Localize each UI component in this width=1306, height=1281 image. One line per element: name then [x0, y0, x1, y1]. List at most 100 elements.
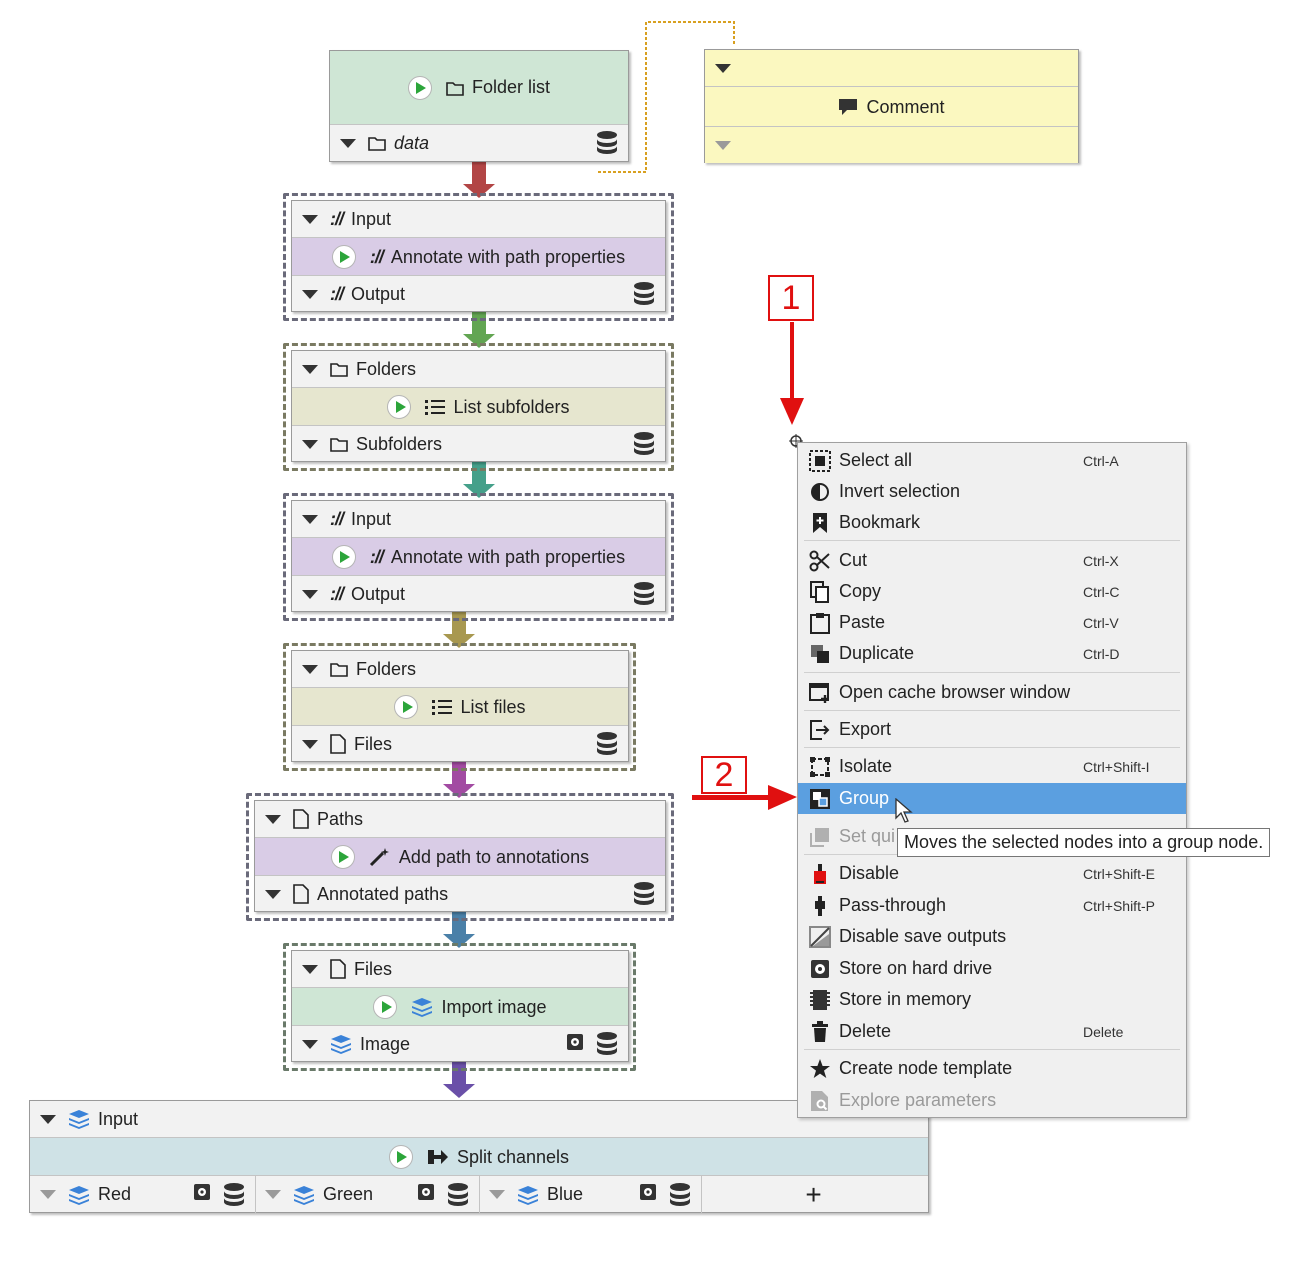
collapse-triangle-icon[interactable]: [302, 514, 318, 524]
database-icon[interactable]: [669, 1183, 691, 1212]
collapse-triangle-icon[interactable]: [302, 1039, 318, 1049]
collapse-triangle-icon[interactable]: [302, 739, 318, 749]
collapse-triangle-icon[interactable]: [265, 814, 281, 824]
menu-item-export[interactable]: Export: [798, 714, 1186, 745]
output-port-row[interactable]: Image: [292, 1025, 628, 1062]
collapse-triangle-icon[interactable]: [715, 140, 731, 150]
node-title-row[interactable]: Import image: [292, 987, 628, 1026]
collapse-triangle-icon[interactable]: [340, 138, 356, 148]
output-port-row[interactable]: :// Output: [292, 275, 665, 312]
node-list-files[interactable]: Folders List files Files: [291, 650, 629, 762]
output-label: Red: [98, 1184, 132, 1204]
play-icon[interactable]: [330, 845, 355, 869]
input-port-row[interactable]: :// Input: [292, 201, 665, 237]
database-icon[interactable]: [633, 582, 655, 611]
menu-item-invert-selection[interactable]: Invert selection: [798, 476, 1186, 507]
menu-item-pass-through[interactable]: Pass-through Ctrl+Shift-P: [798, 890, 1186, 921]
node-import-image[interactable]: Files Import image Image: [291, 950, 629, 1062]
output-port-row[interactable]: Subfolders: [292, 425, 665, 462]
node-title-row[interactable]: List subfolders: [292, 387, 665, 426]
hard-drive-icon[interactable]: [193, 1183, 211, 1206]
play-icon[interactable]: [407, 75, 432, 100]
menu-item-cut[interactable]: Cut Ctrl-X: [798, 545, 1186, 576]
database-icon[interactable]: [447, 1183, 469, 1212]
node-annotate-path-properties[interactable]: :// Input :// Annotate with path propert…: [291, 200, 666, 312]
collapse-triangle-icon[interactable]: [302, 439, 318, 449]
node-split-channels[interactable]: Input Split channels Red Green Blue +: [29, 1100, 929, 1213]
collapse-triangle-icon[interactable]: [265, 889, 281, 899]
database-icon[interactable]: [633, 432, 655, 461]
input-port-row[interactable]: Folders: [292, 651, 628, 687]
input-port-row[interactable]: Input: [30, 1101, 928, 1137]
comment-footer-row[interactable]: [705, 126, 1078, 163]
menu-item-open-cache-browser[interactable]: Open cache browser window: [798, 677, 1186, 708]
add-output-button[interactable]: +: [701, 1176, 926, 1213]
menu-item-bookmark[interactable]: Bookmark: [798, 507, 1186, 538]
node-title-row[interactable]: Folder list: [330, 51, 628, 124]
node-title-row[interactable]: Add path to annotations: [255, 837, 665, 876]
collapse-triangle-icon[interactable]: [489, 1190, 505, 1199]
database-icon[interactable]: [596, 1032, 618, 1061]
group-icon: [807, 788, 833, 810]
input-port-row[interactable]: Files: [292, 951, 628, 987]
input-port-row[interactable]: Paths: [255, 801, 665, 837]
node-title-row[interactable]: List files: [292, 687, 628, 726]
menu-item-disable-save-outputs[interactable]: Disable save outputs: [798, 921, 1186, 952]
play-icon[interactable]: [373, 995, 398, 1019]
collapse-triangle-icon[interactable]: [302, 214, 318, 224]
collapse-triangle-icon[interactable]: [715, 63, 731, 73]
play-icon[interactable]: [387, 395, 412, 419]
node-folder-list[interactable]: Folder list data: [329, 50, 629, 162]
play-icon[interactable]: [331, 245, 356, 269]
comment-header-row[interactable]: [705, 50, 1078, 86]
menu-item-copy[interactable]: Copy Ctrl-C: [798, 576, 1186, 607]
collapse-triangle-icon[interactable]: [265, 1190, 281, 1199]
play-icon[interactable]: [331, 545, 356, 569]
collapse-triangle-icon[interactable]: [302, 964, 318, 974]
comment-node[interactable]: Comment: [704, 49, 1079, 163]
collapse-triangle-icon[interactable]: [302, 289, 318, 299]
database-icon[interactable]: [596, 732, 618, 761]
collapse-triangle-icon[interactable]: [302, 589, 318, 599]
node-title-row[interactable]: Split channels: [30, 1137, 928, 1176]
menu-item-explore-parameters[interactable]: Explore parameters: [798, 1085, 1186, 1116]
node-add-path-to-annotations[interactable]: Paths Add path to annotations Annotated …: [254, 800, 666, 912]
database-icon[interactable]: [596, 131, 618, 160]
menu-item-select-all[interactable]: Select all Ctrl-A: [798, 445, 1186, 476]
hard-drive-icon[interactable]: [566, 1033, 584, 1056]
node-title-row[interactable]: :// Annotate with path properties: [292, 237, 665, 276]
output-port-row[interactable]: :// Output: [292, 575, 665, 612]
hard-drive-icon[interactable]: [417, 1183, 435, 1206]
menu-item-paste[interactable]: Paste Ctrl-V: [798, 607, 1186, 638]
input-port-row[interactable]: :// Input: [292, 501, 665, 537]
output-port-row[interactable]: data: [330, 124, 628, 161]
collapse-triangle-icon[interactable]: [302, 364, 318, 374]
node-list-subfolders[interactable]: Folders List subfolders Subfolders: [291, 350, 666, 462]
menu-item-store-memory[interactable]: Store in memory: [798, 984, 1186, 1015]
input-port-row[interactable]: Folders: [292, 351, 665, 387]
menu-item-disable[interactable]: Disable Ctrl+Shift-E: [798, 858, 1186, 889]
output-port-red[interactable]: Red: [30, 1176, 256, 1213]
database-icon[interactable]: [223, 1183, 245, 1212]
output-port-green[interactable]: Green: [255, 1176, 480, 1213]
comment-title-row[interactable]: Comment: [705, 86, 1078, 127]
menu-item-group[interactable]: Group: [798, 783, 1186, 814]
collapse-triangle-icon[interactable]: [40, 1114, 56, 1124]
menu-item-create-node-template[interactable]: Create node template: [798, 1053, 1186, 1084]
menu-item-isolate[interactable]: Isolate Ctrl+Shift-I: [798, 751, 1186, 782]
play-icon[interactable]: [388, 1145, 413, 1169]
menu-item-duplicate[interactable]: Duplicate Ctrl-D: [798, 638, 1186, 669]
menu-item-store-hard-drive[interactable]: Store on hard drive: [798, 953, 1186, 984]
output-port-row[interactable]: Files: [292, 725, 628, 762]
menu-item-delete[interactable]: Delete Delete: [798, 1016, 1186, 1047]
hard-drive-icon[interactable]: [639, 1183, 657, 1206]
database-icon[interactable]: [633, 882, 655, 911]
node-title-row[interactable]: :// Annotate with path properties: [292, 537, 665, 576]
database-icon[interactable]: [633, 282, 655, 311]
output-port-blue[interactable]: Blue: [479, 1176, 702, 1213]
play-icon[interactable]: [394, 695, 419, 719]
collapse-triangle-icon[interactable]: [302, 664, 318, 674]
node-annotate-path-properties[interactable]: :// Input :// Annotate with path propert…: [291, 500, 666, 612]
collapse-triangle-icon[interactable]: [40, 1190, 56, 1199]
output-port-row[interactable]: Annotated paths: [255, 875, 665, 912]
